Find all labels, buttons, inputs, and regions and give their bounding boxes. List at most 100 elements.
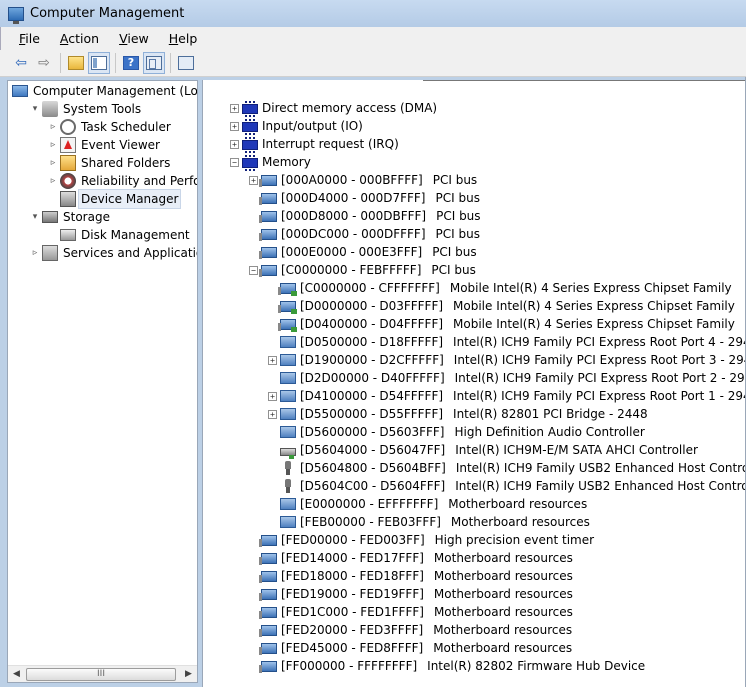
show-hide-action-pane-button[interactable] [143, 52, 165, 74]
back-button[interactable]: ⇦ [10, 52, 32, 74]
scrollbar-thumb[interactable]: III [26, 668, 176, 681]
tree-services-applications[interactable]: ▹ Services and Applications [29, 244, 197, 262]
resource-category[interactable]: + Input/output (IO) [230, 117, 364, 135]
tree-disk-management[interactable]: Disk Management [47, 226, 192, 244]
memory-range: [FED14000 - FED17FFF] [281, 551, 424, 565]
resource-category[interactable]: + Direct memory access (DMA) [230, 99, 438, 117]
expand-arrow-icon[interactable]: ▹ [47, 136, 59, 154]
system-device-icon [280, 426, 296, 438]
resource-row[interactable]: [FED19000 - FED19FFF] Motherboard resourc… [249, 585, 574, 603]
tree-storage[interactable]: ▾ Storage [29, 208, 112, 226]
tree-shared-folders[interactable]: ▹ Shared Folders [47, 154, 172, 172]
expand-arrow-icon[interactable]: ▹ [47, 154, 59, 172]
menu-view[interactable]: View [109, 29, 159, 49]
scrollbar-grip: III [97, 669, 105, 679]
memory-range: [000E0000 - 000E3FFF] [281, 245, 423, 259]
resource-category[interactable]: − Memory [230, 153, 312, 171]
collapse-arrow-icon[interactable]: ▾ [29, 100, 41, 118]
scan-hardware-button[interactable] [175, 52, 197, 74]
scroll-right-icon[interactable]: ▶ [180, 666, 197, 682]
title-bar[interactable]: Computer Management [0, 0, 746, 27]
memory-range: [FEB00000 - FEB03FFF] [300, 515, 441, 529]
tree-task-scheduler[interactable]: ▹ Task Scheduler [47, 118, 173, 136]
resource-row[interactable]: [FED45000 - FED8FFFF] Motherboard resourc… [249, 639, 573, 657]
tree-event-viewer[interactable]: ▹ Event Viewer [47, 136, 162, 154]
menu-action[interactable]: Action [50, 29, 109, 49]
pci-bus-icon [259, 246, 277, 259]
expand-arrow-icon[interactable]: ▹ [29, 244, 41, 262]
resource-row[interactable]: [D0500000 - D18FFFFF] Intel(R) ICH9 Famil… [268, 333, 746, 351]
expand-node-icon[interactable]: + [249, 175, 258, 185]
tree-reliability-performance[interactable]: ▹ Reliability and Performa [47, 172, 197, 190]
resource-row[interactable]: [D0400000 - D04FFFFF] Mobile Intel(R) 4 S… [268, 315, 736, 333]
tree-computer-management[interactable]: Computer Management (Local [11, 82, 197, 100]
menu-help[interactable]: Help [159, 29, 208, 49]
expand-node-icon[interactable]: + [230, 121, 239, 131]
device-name: Intel(R) 82802 Firmware Hub Device [427, 659, 646, 673]
horizontal-scrollbar[interactable]: ◀ III ▶ [8, 665, 197, 682]
tree-device-manager[interactable]: Device Manager [47, 189, 182, 209]
resource-row[interactable]: − [C0000000 - FEBFFFFF] PCI bus [249, 261, 477, 279]
resource-row[interactable]: [FED14000 - FED17FFF] Motherboard resourc… [249, 549, 574, 567]
computer-icon [12, 85, 28, 97]
resource-row[interactable]: [C0000000 - CFFFFFFF] Mobile Intel(R) 4 S… [268, 279, 733, 297]
computer-management-icon [8, 6, 24, 24]
menu-bar: File Action View Help [0, 27, 746, 50]
console-tree-pane[interactable]: Computer Management (Local ▾ System Tools ▹… [7, 80, 198, 683]
help-button[interactable]: ? [120, 52, 142, 74]
expand-node-icon[interactable]: + [268, 409, 277, 419]
tree-system-tools[interactable]: ▾ System Tools [29, 100, 143, 118]
resource-row[interactable]: [D0000000 - D03FFFFF] Mobile Intel(R) 4 S… [268, 297, 736, 315]
resource-row[interactable]: [000D8000 - 000DBFFF] PCI bus [249, 207, 482, 225]
forward-button[interactable]: ⇨ [33, 52, 55, 74]
memory-range: [000D4000 - 000D7FFF] [281, 191, 426, 205]
scroll-left-icon[interactable]: ◀ [8, 666, 25, 682]
resource-row[interactable]: + [D4100000 - D54FFFFF] Intel(R) ICH9 Fami… [268, 387, 746, 405]
expand-arrow-icon[interactable]: ▹ [47, 172, 59, 190]
resource-row[interactable]: [FEB00000 - FEB03FFF] Motherboard resourc… [268, 513, 591, 531]
pci-bus-icon [259, 624, 277, 637]
resource-row[interactable]: [FED20000 - FED3FFFF] Motherboard resourc… [249, 621, 573, 639]
collapse-arrow-icon[interactable]: ▾ [29, 208, 41, 226]
category-name: Interrupt request (IRQ) [262, 137, 399, 151]
shared-folder-icon [60, 155, 76, 171]
expand-node-icon[interactable]: + [268, 391, 277, 401]
resource-row[interactable]: [FED00000 - FED003FF] High precision even… [249, 531, 595, 549]
category-name: Direct memory access (DMA) [262, 101, 438, 115]
resource-row[interactable]: [000DC000 - 000DFFFF] PCI bus [249, 225, 481, 243]
expand-node-icon[interactable]: + [268, 355, 277, 365]
collapse-node-icon[interactable]: − [249, 265, 258, 275]
resource-row[interactable]: [E0000000 - EFFFFFFF] Motherboard resourc… [268, 495, 588, 513]
resource-row[interactable]: [D5604000 - D56047FF] Intel(R) ICH9M-E/M … [268, 441, 699, 459]
resource-row[interactable]: [D5604C00 - D5604FFF] Intel(R) ICH9 Famil… [268, 477, 746, 495]
resource-row[interactable]: [000E0000 - 000E3FFF] PCI bus [249, 243, 478, 261]
resource-row[interactable]: [D2D00000 - D40FFFFF] Intel(R) ICH9 Famil… [268, 369, 746, 387]
tree-item-label: Event Viewer [81, 138, 160, 152]
expand-arrow-icon[interactable]: ▹ [47, 118, 59, 136]
device-resources-pane[interactable]: + Direct memory access (DMA) + Input/output… [202, 80, 746, 687]
resource-row[interactable]: + [D1900000 - D2CFFFFF] Intel(R) ICH9 Fami… [268, 351, 746, 369]
expand-node-icon[interactable]: + [230, 139, 239, 149]
resource-row[interactable]: [FED18000 - FED18FFF] Motherboard resourc… [249, 567, 574, 585]
resource-row[interactable]: [000D4000 - 000D7FFF] PCI bus [249, 189, 481, 207]
resource-row[interactable]: [FED1C000 - FED1FFFF] Motherboard resourc… [249, 603, 574, 621]
pci-bus-icon [259, 660, 277, 673]
collapse-node-icon[interactable]: − [230, 157, 239, 167]
expand-node-icon[interactable]: + [230, 103, 239, 113]
up-folder-button[interactable] [65, 52, 87, 74]
resource-row[interactable]: + [000A0000 - 000BFFFF] PCI bus [249, 171, 478, 189]
show-hide-console-tree-button[interactable] [88, 52, 110, 74]
device-name: Intel(R) ICH9 Family PCI Express Root Po… [453, 353, 746, 367]
menu-file[interactable]: File [9, 29, 50, 49]
resource-category[interactable]: + Interrupt request (IRQ) [230, 135, 400, 153]
resource-row[interactable]: [D5600000 - D5603FFF] High Definition Aud… [268, 423, 646, 441]
resource-row[interactable]: [D5604800 - D5604BFF] Intel(R) ICH9 Famil… [268, 459, 746, 477]
resource-row[interactable]: [FF000000 - FFFFFFFF] Intel(R) 82802 Firm… [249, 657, 646, 675]
toolbar-separator [170, 53, 171, 73]
resource-row[interactable]: + [D5500000 - D55FFFFF] Intel(R) 82801 PCI… [268, 405, 649, 423]
